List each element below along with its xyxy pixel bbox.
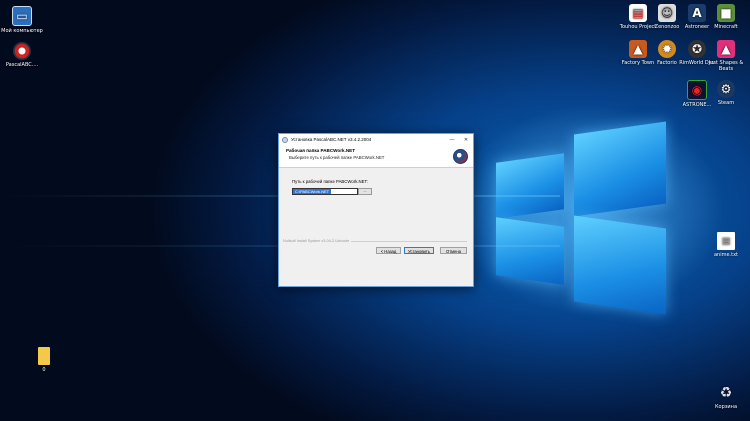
desktop-icon-label: PascalABC.... — [5, 62, 39, 68]
desktop-icon-anime-txt[interactable]: ≡ anime.txt — [704, 232, 748, 258]
text-file-icon: ≡ — [717, 232, 735, 250]
factorio-icon: ✹ — [658, 40, 676, 58]
desktop-icon-steam[interactable]: ⚙ Steam — [704, 80, 748, 106]
back-button[interactable]: < Назад — [376, 247, 401, 254]
browse-button[interactable]: ... — [358, 188, 372, 195]
recycle-bin-icon: ♻ — [719, 385, 733, 401]
nullsoft-label: Nullsoft Install System v3.04-2-Unicode — [283, 239, 352, 243]
desktop-icon-label: Just Shapes & Beats — [708, 60, 744, 72]
jsab-icon: ▲ — [717, 40, 735, 58]
dialog-titlebar[interactable]: Установка PascalABC.NET v3.4.2.2004 — ✕ — [279, 134, 473, 145]
header-subtitle: Выберите путь к рабочей папке PABCWork.N… — [289, 155, 385, 160]
desktop-icon-computer[interactable]: ▭ Мой компьютер — [0, 6, 44, 34]
dialog-title: Установка PascalABC.NET v3.4.2.2004 — [291, 137, 372, 142]
path-input-value: C:\PABCWork.NET — [293, 189, 332, 194]
desktop-icon-minecraft[interactable]: ■ Minecraft — [704, 4, 748, 30]
installer-dialog: Установка PascalABC.NET v3.4.2.2004 — ✕ … — [278, 133, 474, 287]
header-title: Рабочая папка PABCWork.NET — [286, 148, 356, 153]
dialog-content: Путь к рабочей папке PABCWork.NET: C:\PA… — [279, 168, 473, 268]
desktop-icon-label: anime.txt — [713, 252, 739, 258]
desktop-icon-label: 0 — [42, 367, 46, 373]
pascal-logo-icon — [453, 149, 468, 164]
close-button[interactable]: ✕ — [459, 137, 473, 143]
desktop-icon-recycle-bin[interactable]: ♻ Корзина — [704, 384, 748, 410]
computer-icon: ▭ — [12, 6, 32, 26]
cancel-button[interactable]: Отмена — [440, 247, 467, 254]
desktop-icon-label: Factorio — [657, 60, 677, 66]
game-icon: ☺ — [658, 4, 676, 22]
folder-icon — [38, 347, 50, 365]
path-label: Путь к рабочей папке PABCWork.NET: — [292, 179, 368, 184]
pascal-icon — [13, 42, 31, 60]
install-button[interactable]: Установить — [404, 247, 434, 254]
desktop-icon-jsab[interactable]: ▲ Just Shapes & Beats — [704, 40, 748, 72]
desktop-icon-label: Steam — [717, 100, 735, 106]
desktop-icon-folder[interactable]: 0 — [22, 347, 66, 373]
desktop-icon-label: Корзина — [714, 404, 738, 410]
minecraft-icon: ■ — [717, 4, 735, 22]
desktop-icon-label: Мой компьютер — [1, 28, 43, 34]
installer-app-icon — [282, 136, 288, 143]
minimize-button[interactable]: — — [445, 137, 459, 143]
dialog-header: Рабочая папка PABCWork.NET Выберите путь… — [279, 145, 473, 168]
desktop-icon-label: Minecraft — [714, 24, 738, 30]
path-input[interactable]: C:\PABCWork.NET — [292, 188, 358, 195]
desktop-icon-pascal[interactable]: PascalABC.... — [0, 42, 44, 68]
steam-icon: ⚙ — [717, 80, 735, 98]
